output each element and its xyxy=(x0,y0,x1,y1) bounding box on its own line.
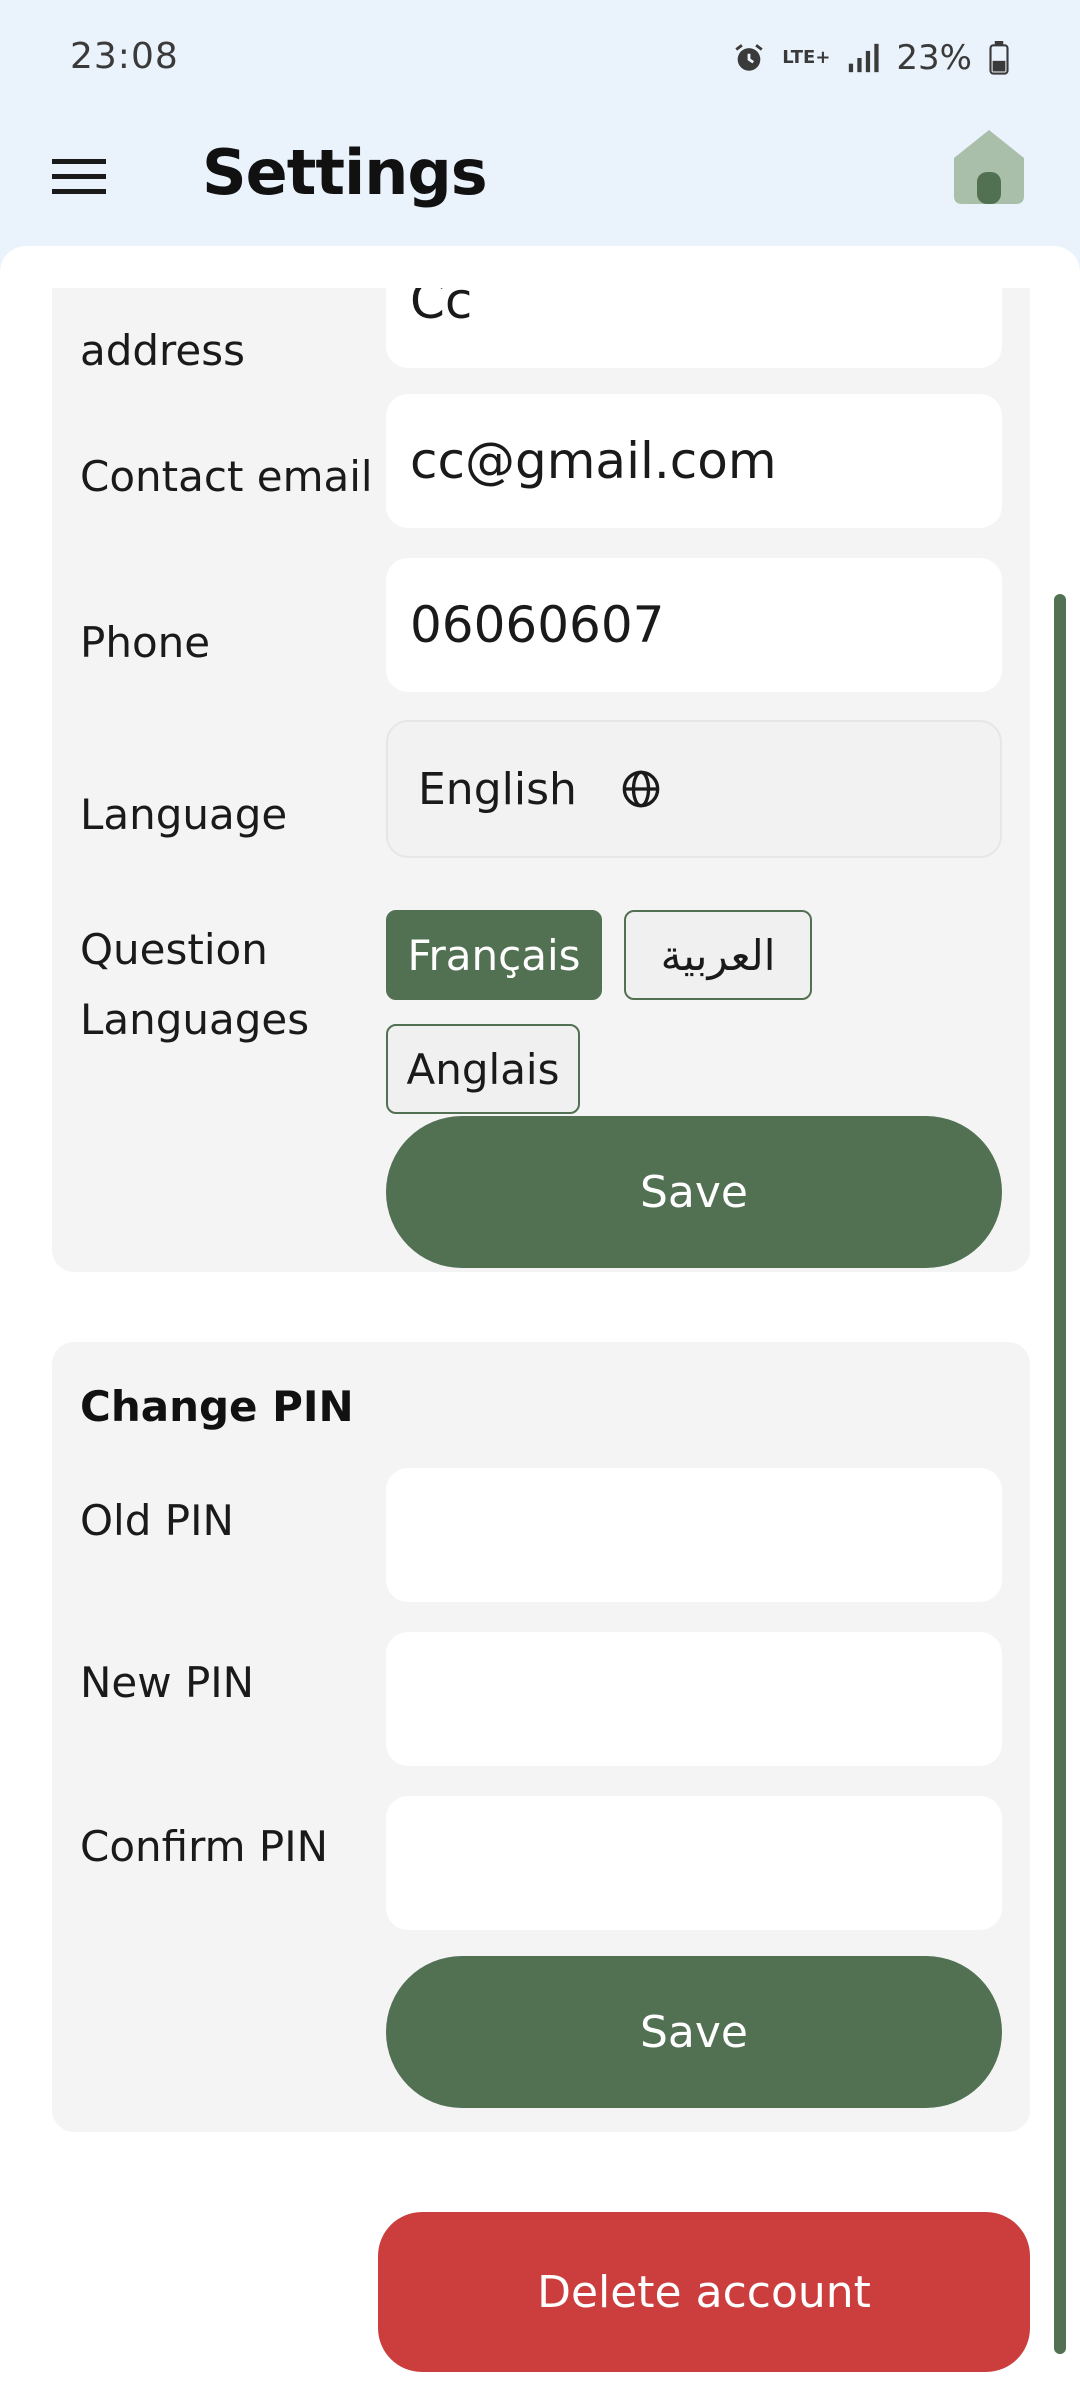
language-select[interactable]: English xyxy=(386,720,1002,858)
menu-button[interactable] xyxy=(46,144,112,210)
status-time: 23:08 xyxy=(70,36,179,77)
hamburger-menu-icon xyxy=(52,159,106,194)
confirm-pin-field[interactable] xyxy=(386,1796,1002,1930)
phone-field[interactable] xyxy=(386,558,1002,692)
delete-account-button[interactable]: Delete account xyxy=(378,2212,1030,2372)
battery-percent: 23% xyxy=(896,38,972,78)
contact-email-field[interactable] xyxy=(386,394,1002,528)
status-bar: 23:08 LTE+ 23% xyxy=(0,0,1080,120)
address-field[interactable] xyxy=(386,288,1002,368)
scrollbar[interactable] xyxy=(1054,594,1066,2354)
battery-icon xyxy=(989,41,1009,75)
change-pin-title: Change PIN xyxy=(80,1382,354,1431)
phone-label: Phone xyxy=(80,618,211,667)
signal-icon xyxy=(849,43,880,73)
new-pin-label: New PIN xyxy=(80,1658,255,1707)
confirm-pin-label: Confirm PIN xyxy=(80,1822,329,1871)
profile-card: address Contact email Phone Language Eng… xyxy=(52,288,1030,1272)
language-value: English xyxy=(418,763,577,815)
home-button[interactable] xyxy=(950,124,1028,208)
app-bar: Settings xyxy=(0,120,1080,246)
question-languages-label-line-1: Question xyxy=(80,925,268,974)
question-languages-label-line-2: Languages xyxy=(80,995,310,1044)
profile-save-button[interactable]: Save xyxy=(386,1116,1002,1268)
chip-arabic[interactable]: العربية xyxy=(624,910,812,1000)
settings-sheet: address Contact email Phone Language Eng… xyxy=(0,246,1080,2400)
alarm-icon xyxy=(735,44,763,71)
chip-english[interactable]: Anglais xyxy=(386,1024,580,1114)
home-icon xyxy=(954,130,1024,204)
globe-icon xyxy=(622,770,660,808)
contact-email-label: Contact email xyxy=(80,452,373,501)
settings-scroll-area[interactable]: address Contact email Phone Language Eng… xyxy=(0,288,1080,2400)
status-icons: LTE+ 23% xyxy=(732,38,1010,78)
change-pin-card: Change PIN Old PIN New PIN Confirm PIN S… xyxy=(52,1342,1030,2132)
old-pin-label: Old PIN xyxy=(80,1496,234,1545)
pin-save-button[interactable]: Save xyxy=(386,1956,1002,2108)
network-type: LTE+ xyxy=(782,47,831,68)
address-label: address xyxy=(80,326,246,375)
new-pin-field[interactable] xyxy=(386,1632,1002,1766)
chip-french[interactable]: Français xyxy=(386,910,602,1000)
language-label: Language xyxy=(80,790,288,839)
page-title: Settings xyxy=(202,136,488,209)
old-pin-field[interactable] xyxy=(386,1468,1002,1602)
